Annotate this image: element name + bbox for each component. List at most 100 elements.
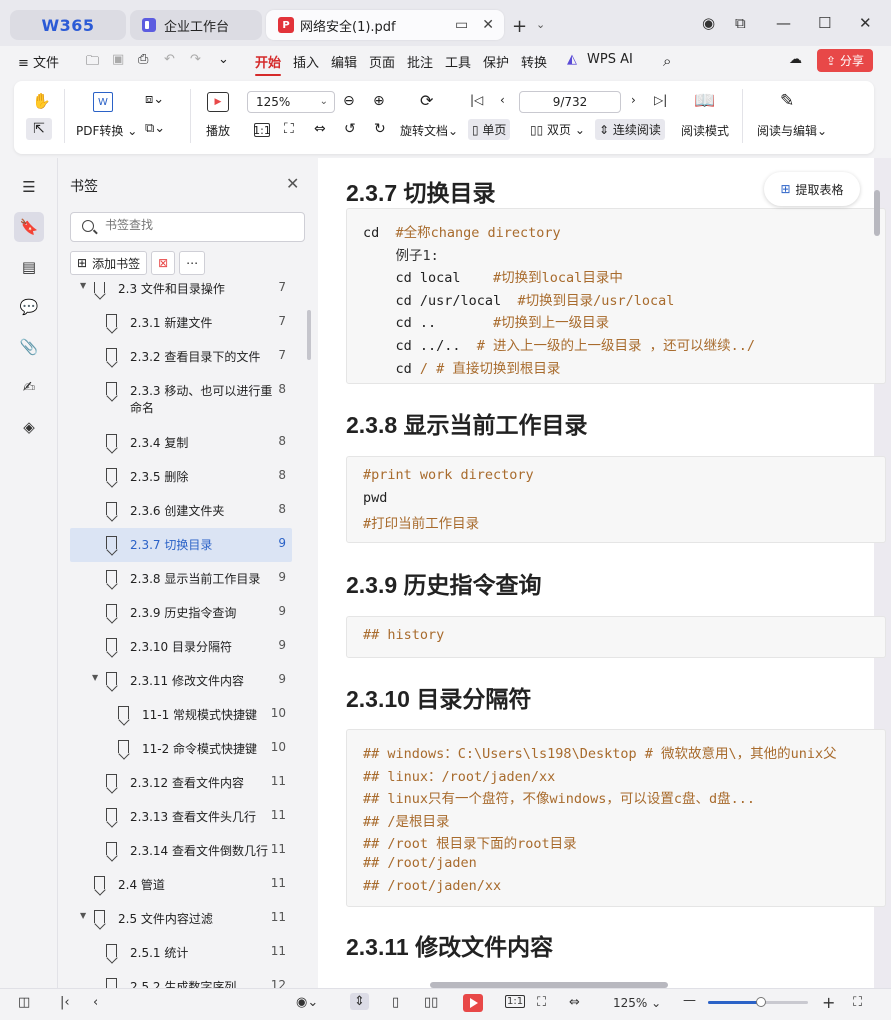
rotate-doc-button[interactable]: 旋转文档⌄	[400, 122, 458, 139]
menu-insert[interactable]: 插入	[293, 52, 319, 72]
last-page-icon[interactable]: ▷|	[654, 93, 667, 107]
bookmark-item[interactable]: 2.3.13 查看文件头几行 11	[70, 800, 292, 834]
menu-edit[interactable]: 编辑	[331, 52, 357, 72]
double-page-button[interactable]: ▯▯ 双页 ⌄	[530, 121, 585, 138]
outline-icon[interactable]: ☰	[14, 172, 44, 202]
expand-toggle-icon[interactable]: ▼	[80, 911, 86, 920]
bookmark-item[interactable]: 2.3.7 切换目录 9	[70, 528, 292, 562]
close-tab-icon[interactable]: ✕	[482, 17, 494, 33]
menu-protect[interactable]: 保护	[483, 52, 509, 72]
save-icon[interactable]: ▣	[112, 52, 124, 72]
bookmark-item[interactable]: 11-1 常规模式快捷键 10	[70, 698, 292, 732]
continuous-read-button[interactable]: ⇕ 连续阅读	[595, 119, 665, 140]
extract-table-button[interactable]: ⊞ 提取表格	[764, 172, 860, 206]
pdf-convert-button[interactable]: PDF转换 ⌄	[76, 122, 137, 139]
single-page-icon[interactable]: ▯	[392, 995, 399, 1010]
vertical-scrollbar[interactable]	[874, 190, 880, 236]
fit-width-icon[interactable]: ⇔	[569, 995, 580, 1010]
bookmark-item[interactable]: 2.5.1 统计 11	[70, 936, 292, 970]
zoom-out-icon[interactable]: —	[683, 993, 696, 1008]
menu-start[interactable]: 开始	[255, 52, 282, 76]
tab-enterprise[interactable]: 企业工作台	[130, 10, 262, 40]
select-tool-icon[interactable]: ⇱	[26, 118, 52, 140]
print-icon[interactable]: ⎙	[138, 52, 148, 72]
first-page-icon[interactable]: |◁	[470, 93, 483, 107]
read-mode-button[interactable]: 阅读模式	[681, 122, 729, 139]
image-convert-icon[interactable]: ⧈⌄	[145, 92, 164, 107]
chevron-down-icon[interactable]: ⌄	[536, 18, 545, 31]
bookmark-item[interactable]: 2.4 管道 11	[70, 868, 292, 902]
zoom-select[interactable]: 125% ⌄	[247, 91, 335, 113]
bookmark-item[interactable]: 2.3.1 新建文件 7	[70, 306, 292, 340]
zoom-level[interactable]: 125% ⌄	[613, 996, 661, 1010]
bookmark-search-input[interactable]	[105, 218, 295, 232]
expand-toggle-icon[interactable]: ▼	[80, 282, 86, 290]
rotate-right-icon[interactable]: ↻	[374, 121, 386, 137]
bookmark-item[interactable]: 11-2 命令模式快捷键 10	[70, 732, 292, 766]
play-button[interactable]: 播放	[206, 122, 230, 139]
fit-width-icon[interactable]: ⇔	[314, 121, 326, 137]
add-bookmark-button[interactable]: ⊞ 添加书签	[70, 251, 148, 275]
single-page-button[interactable]: ▯ 单页	[468, 119, 511, 140]
zoom-in-icon[interactable]: +	[822, 993, 835, 1012]
bookmark-item[interactable]: 2.3.14 查看文件倒数几行 11	[70, 834, 292, 868]
thumbnail-icon[interactable]: ▤	[14, 252, 44, 282]
first-page-icon[interactable]: |‹	[60, 995, 70, 1010]
bookmark-item[interactable]: 2.3.6 创建文件夹 8	[70, 494, 292, 528]
prev-page-icon[interactable]: ‹	[93, 995, 98, 1010]
expand-toggle-icon[interactable]: ▼	[92, 673, 98, 682]
window-icon[interactable]: ▭	[455, 17, 468, 33]
actual-size-icon[interactable]: 1:1	[253, 123, 271, 137]
panel-scrollbar[interactable]	[307, 310, 311, 360]
menu-annotate[interactable]: 批注	[407, 52, 433, 72]
fit-page-icon[interactable]: ⛶	[284, 121, 294, 137]
undo-icon[interactable]: ↶	[164, 52, 175, 72]
menu-wps-ai[interactable]: WPS AI	[587, 52, 633, 72]
actual-size-icon[interactable]: 1:1	[505, 995, 526, 1008]
zoom-slider[interactable]	[708, 997, 808, 1007]
menu-page[interactable]: 页面	[369, 52, 395, 72]
hand-tool-icon[interactable]: ✋	[32, 92, 51, 110]
zoom-out-icon[interactable]: ⊖	[343, 93, 355, 109]
bookmark-item[interactable]: 2.3.3 移动、也可以进行重 命名 8	[70, 374, 292, 426]
rotate-left-icon[interactable]: ↺	[344, 121, 356, 137]
layers-icon[interactable]: ◈	[14, 412, 44, 442]
bookmark-search[interactable]	[70, 212, 305, 242]
bookmark-item[interactable]: 2.3.2 查看目录下的文件 7	[70, 340, 292, 374]
read-edit-button[interactable]: 阅读与编辑⌄	[757, 122, 827, 139]
bookmark-item[interactable]: 2.3.5 删除 8	[70, 460, 292, 494]
bookmark-item[interactable]: ▼ 2.5 文件内容过滤 11	[70, 902, 292, 936]
play-icon[interactable]	[463, 994, 483, 1012]
bookmark-item[interactable]: 2.3.4 复制 8	[70, 426, 292, 460]
plus-icon[interactable]: +	[512, 16, 527, 37]
minimize-icon[interactable]: —	[776, 14, 791, 32]
w365-tab[interactable]: W365	[10, 10, 126, 40]
share-button[interactable]: ⇪ 分享	[817, 49, 873, 72]
bookmark-item[interactable]: 2.5.2 生成数字序列 12	[70, 970, 292, 988]
tab-pdf-file[interactable]: P 网络安全(1).pdf ▭ ✕	[266, 10, 504, 40]
sidebar-toggle-icon[interactable]: ◫	[18, 995, 30, 1010]
more-quick-icon[interactable]: ⌄	[218, 52, 229, 72]
eye-icon[interactable]: ◉⌄	[296, 995, 318, 1010]
restore-tabs-icon[interactable]: ⧉	[735, 14, 746, 32]
bookmark-item[interactable]: 2.3.10 目录分隔符 9	[70, 630, 292, 664]
prev-page-icon[interactable]: ‹	[500, 93, 505, 107]
double-page-icon[interactable]: ▯▯	[424, 995, 438, 1010]
bookmark-item[interactable]: ▼ 2.3 文件和目录操作 7	[70, 282, 292, 306]
bookmark-icon[interactable]: 🔖	[14, 212, 44, 242]
next-page-icon[interactable]: ›	[631, 93, 636, 107]
page-number-input[interactable]: 9/732	[519, 91, 621, 113]
delete-bookmark-button[interactable]: ⊠	[151, 251, 176, 275]
fullscreen-icon[interactable]: ⛶	[853, 995, 862, 1010]
menu-convert[interactable]: 转换	[521, 52, 547, 72]
zoom-in-icon[interactable]: ⊕	[373, 93, 385, 109]
comment-icon[interactable]: 💬	[14, 292, 44, 322]
menu-tools[interactable]: 工具	[445, 52, 471, 72]
close-window-icon[interactable]: ✕	[859, 14, 872, 32]
search-icon[interactable]: ⌕	[663, 52, 671, 72]
zoom-slider-knob[interactable]	[756, 997, 766, 1007]
more-button[interactable]: ⋯	[179, 251, 206, 275]
redo-icon[interactable]: ↷	[190, 52, 201, 72]
open-folder-icon[interactable]: 🗀	[86, 52, 99, 72]
maximize-icon[interactable]: ☐	[818, 14, 831, 32]
